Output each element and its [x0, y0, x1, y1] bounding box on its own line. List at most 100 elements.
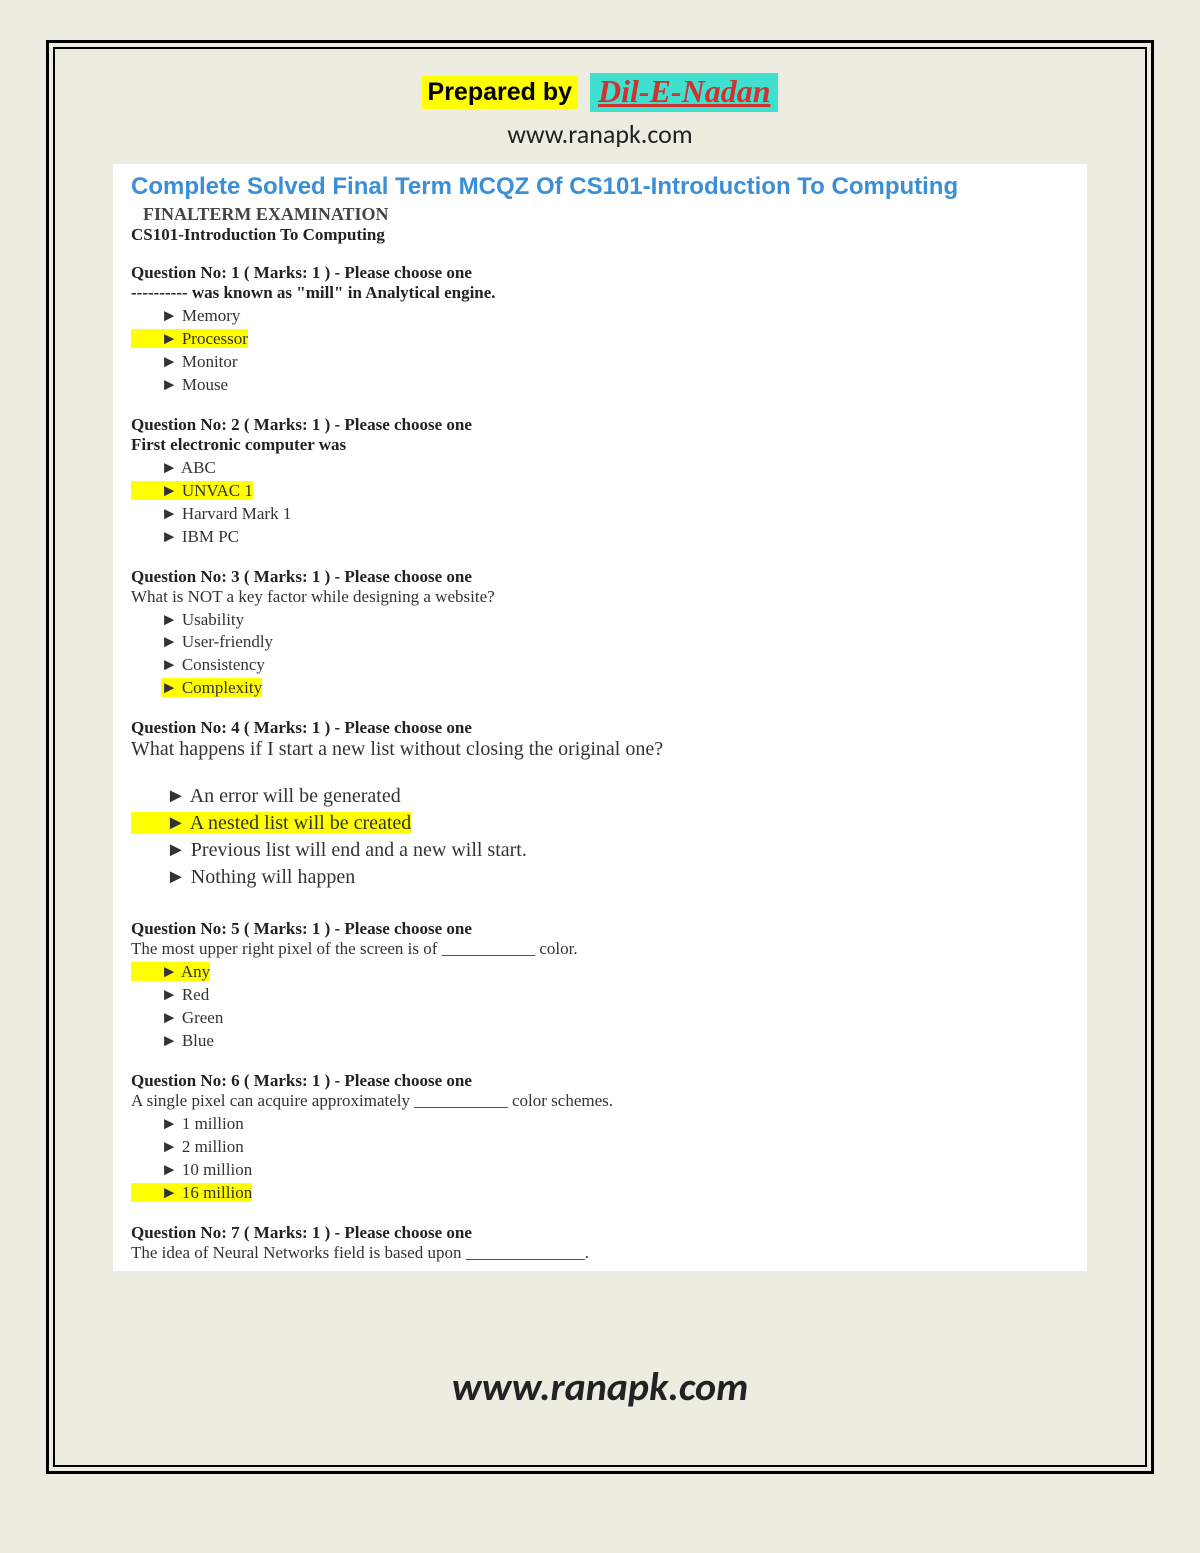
option-indent [131, 306, 161, 325]
option: ► Nothing will happen [131, 864, 1069, 891]
bullet-icon: ► [166, 839, 191, 861]
question-text: What is NOT a key factor while designing… [131, 587, 1069, 607]
question-header: Question No: 3 ( Marks: 1 ) - Please cho… [131, 567, 1069, 587]
bullet-icon: ► [161, 1160, 182, 1179]
bullet-icon: ► [161, 610, 182, 629]
question-block: Question No: 4 ( Marks: 1 ) - Please cho… [131, 718, 1069, 891]
question-block: Question No: 2 ( Marks: 1 ) - Please cho… [131, 415, 1069, 549]
option-indent [131, 352, 161, 371]
option-label: Mouse [182, 375, 228, 394]
option-label: 10 million [182, 1160, 252, 1179]
question-text: The most upper right pixel of the screen… [131, 939, 1069, 959]
bullet-icon: ► [161, 678, 182, 697]
option-text: ► Mouse [161, 375, 228, 394]
option-indent [131, 655, 161, 674]
question-header: Question No: 5 ( Marks: 1 ) - Please cho… [131, 919, 1069, 939]
option-indent [131, 1031, 161, 1050]
bullet-icon: ► [161, 632, 182, 651]
option-correct: ► Processor [131, 328, 1069, 351]
question-text: A single pixel can acquire approximately… [131, 1091, 1069, 1111]
options-list: ► ABC ► UNVAC 1 ► Harvard Mark 1 ► IBM P… [131, 457, 1069, 549]
option-indent [131, 985, 161, 1004]
question-block: Question No: 6 ( Marks: 1 ) - Please cho… [131, 1071, 1069, 1205]
header-url: www.ranapk.com [75, 118, 1125, 150]
header-line: Prepared by Dil-E-Nadan [75, 73, 1125, 112]
bullet-icon: ► [161, 329, 182, 348]
option-text: ► Usability [161, 610, 244, 629]
options-list: ► An error will be generated ► A nested … [131, 783, 1069, 891]
option-indent [131, 610, 161, 629]
question-text: ---------- was known as "mill" in Analyt… [131, 283, 1069, 303]
option-text: ► Red [161, 985, 209, 1004]
option-text: ► 2 million [161, 1137, 244, 1156]
option-text: ► IBM PC [161, 527, 239, 546]
page-title: Complete Solved Final Term MCQZ Of CS101… [131, 172, 1069, 202]
option-text: ► A nested list will be created [166, 812, 411, 834]
option-indent [131, 866, 166, 888]
question-header: Question No: 2 ( Marks: 1 ) - Please cho… [131, 415, 1069, 435]
bullet-icon: ► [161, 352, 182, 371]
option: ► Mouse [131, 374, 1069, 397]
option-indent [131, 678, 161, 697]
option: ► Harvard Mark 1 [131, 503, 1069, 526]
bullet-icon: ► [166, 812, 190, 834]
option-indent [131, 1183, 161, 1202]
bullet-icon: ► [161, 962, 181, 981]
prepared-by-label: Prepared by [422, 76, 579, 109]
option-indent [131, 1114, 161, 1133]
bullet-icon: ► [161, 1137, 182, 1156]
options-list: ► Memory ► Processor ► Monitor ► Mouse [131, 305, 1069, 397]
bullet-icon: ► [161, 655, 182, 674]
option: ► User-friendly [131, 631, 1069, 654]
question-text: First electronic computer was [131, 435, 1069, 455]
option-label: Blue [182, 1031, 214, 1050]
bullet-icon: ► [161, 1183, 182, 1202]
option-label: Processor [182, 329, 248, 348]
option-label: 2 million [182, 1137, 244, 1156]
option-label: An error will be generated [190, 785, 401, 807]
option-text: ► Any [161, 962, 210, 981]
option-label: Complexity [182, 678, 262, 697]
option-text: ► Green [161, 1008, 224, 1027]
bullet-icon: ► [166, 866, 191, 888]
option-text: ► Previous list will end and a new will … [166, 839, 527, 861]
option-text: ► Nothing will happen [166, 866, 355, 888]
option-correct: ► Any [131, 961, 1069, 984]
option-correct: ► Complexity [131, 677, 1069, 700]
spacer [131, 761, 1069, 781]
question-block: Question No: 7 ( Marks: 1 ) - Please cho… [131, 1223, 1069, 1263]
question-header: Question No: 7 ( Marks: 1 ) - Please cho… [131, 1223, 1069, 1243]
option: ► 1 million [131, 1113, 1069, 1136]
option-indent [131, 839, 166, 861]
option-label: Any [181, 962, 210, 981]
option-indent [131, 785, 166, 807]
question-text: What happens if I start a new list witho… [131, 738, 1069, 761]
option: ► Usability [131, 609, 1069, 632]
option-text: ► User-friendly [161, 632, 273, 651]
option-label: Monitor [182, 352, 238, 371]
option-text: ► An error will be generated [166, 785, 401, 807]
option-label: 1 million [182, 1114, 244, 1133]
question-block: Question No: 3 ( Marks: 1 ) - Please cho… [131, 567, 1069, 701]
option-label: 16 million [182, 1183, 252, 1202]
option-correct: ► A nested list will be created [131, 810, 1069, 837]
option-label: A nested list will be created [190, 812, 412, 834]
option-text: ► Monitor [161, 352, 238, 371]
bullet-icon: ► [161, 1114, 182, 1133]
option-label: Usability [182, 610, 244, 629]
bullet-icon: ► [161, 527, 182, 546]
footer-url: www.ranapk.com [55, 1362, 1145, 1411]
option: ► Previous list will end and a new will … [131, 837, 1069, 864]
bullet-icon: ► [166, 785, 190, 807]
option-text: ► UNVAC 1 [161, 481, 253, 500]
option-correct: ► 16 million [131, 1182, 1069, 1205]
bullet-icon: ► [161, 481, 182, 500]
question-header: Question No: 6 ( Marks: 1 ) - Please cho… [131, 1071, 1069, 1091]
question-block: Question No: 5 ( Marks: 1 ) - Please cho… [131, 919, 1069, 1053]
option-text: ► 10 million [161, 1160, 252, 1179]
option-text: ► 16 million [161, 1183, 252, 1202]
option-indent [131, 504, 161, 523]
option-text: ► 1 million [161, 1114, 244, 1133]
option-label: Red [182, 985, 209, 1004]
option-label: Nothing will happen [191, 866, 355, 888]
